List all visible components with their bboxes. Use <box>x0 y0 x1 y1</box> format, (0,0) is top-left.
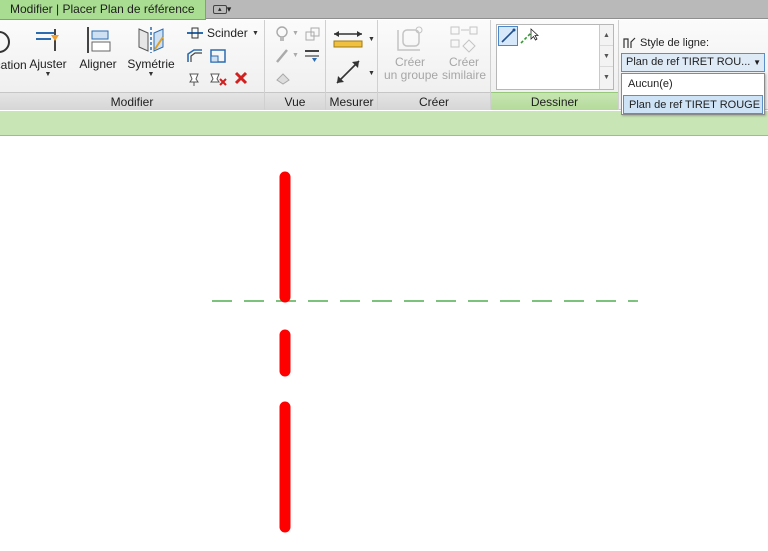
chevron-down-icon[interactable]: ▼ <box>252 30 259 37</box>
chevron-down-icon[interactable]: ▼ <box>368 36 375 43</box>
chevron-down-icon[interactable]: ▼ <box>126 71 176 79</box>
scroll-up-icon[interactable]: ▲ <box>600 25 613 46</box>
scale-icon[interactable] <box>209 48 227 64</box>
mirror-label: Symétrie <box>127 57 175 71</box>
panel-view: ▼ ▼ Vue <box>265 20 326 110</box>
chevron-down-icon: ▼ <box>753 58 761 67</box>
line-style-option-red-dashed[interactable]: Plan de ref TIRET ROUGE <box>623 95 763 114</box>
drawing-canvas[interactable] <box>0 137 768 551</box>
mirror-icon <box>138 27 164 53</box>
cut-button[interactable]: ication <box>0 28 27 72</box>
drawing-area <box>212 171 638 533</box>
tab-modify-place-reference-plane[interactable]: Modifier | Placer Plan de référence <box>0 0 206 20</box>
panel-measure: ▼ ▼ Mesurer <box>326 20 378 110</box>
trim-button[interactable]: Ajuster ▼ <box>28 25 68 79</box>
override-icon[interactable] <box>303 48 321 64</box>
align-icon <box>87 27 111 53</box>
ribbon-tab-strip: Modifier | Placer Plan de référence ▴ ▾ <box>0 0 768 20</box>
panel-title-draw[interactable]: Dessiner <box>491 92 618 110</box>
panel-toggle-icon: ▴ <box>212 5 227 15</box>
pick-lines-icon[interactable] <box>519 26 539 46</box>
offset-icon[interactable] <box>186 48 204 64</box>
cut-label: ication <box>0 58 27 72</box>
panel-create: Créer un groupe Créer similaire Créer <box>378 20 491 110</box>
unpin-icon[interactable] <box>209 70 227 86</box>
line-style-label-text: Style de ligne: <box>640 37 710 49</box>
cut-icon <box>0 31 10 53</box>
line-style-selected-value: Plan de ref TIRET ROU... <box>626 56 751 68</box>
panel-title-create[interactable]: Créer <box>378 92 490 110</box>
line-style-icon <box>623 37 636 48</box>
create-group-button[interactable]: Créer un groupe <box>384 24 439 82</box>
measure-between-icon[interactable] <box>334 58 362 86</box>
line-style-options-list: Aucun(e) Plan de ref TIRET ROUGE <box>621 73 765 115</box>
chevron-down-icon[interactable]: ▼ <box>292 52 299 59</box>
split-label: Scinder <box>207 26 248 40</box>
split-icon[interactable] <box>186 26 204 40</box>
pin-icon[interactable] <box>186 70 204 86</box>
mirror-button[interactable]: Symétrie ▼ <box>126 25 176 79</box>
create-similar-icon <box>450 26 478 53</box>
lightbulb-icon[interactable] <box>275 26 289 42</box>
chevron-down-icon[interactable]: ▼ <box>28 71 68 79</box>
create-group-icon <box>397 26 423 51</box>
ribbon-minimize-toggle[interactable]: ▴ ▾ <box>208 3 236 16</box>
trim-icon <box>36 29 59 51</box>
line-icon[interactable] <box>498 26 518 46</box>
trim-label: Ajuster <box>29 57 67 71</box>
align-button[interactable]: Aligner <box>76 25 120 71</box>
chevron-down-icon[interactable]: ▼ <box>368 70 375 77</box>
gallery-expand-icon[interactable]: ▼ <box>600 67 613 88</box>
line-style-dropdown[interactable]: Plan de ref TIRET ROU... ▼ <box>621 53 765 72</box>
chevron-down-icon: ▾ <box>226 4 232 14</box>
panel-title-measure[interactable]: Mesurer <box>326 92 377 110</box>
line-style-option-none[interactable]: Aucun(e) <box>623 75 763 94</box>
draw-tools-gallery[interactable]: ▲ ▼ ▼ <box>496 24 614 90</box>
scroll-down-icon[interactable]: ▼ <box>600 46 613 67</box>
split-button[interactable]: Scinder <box>207 26 248 40</box>
linework-icon[interactable] <box>275 70 291 86</box>
panel-title-modify[interactable]: Modifier <box>0 92 264 110</box>
gallery-scrollbar[interactable]: ▲ ▼ ▼ <box>599 25 613 89</box>
panel-modify: ication Ajuster ▼ Aligner <box>0 20 265 110</box>
create-similar-label: Créer similaire <box>441 55 486 82</box>
create-group-label: Créer un groupe <box>384 55 439 82</box>
aligned-dimension-icon[interactable] <box>332 28 364 50</box>
brush-icon[interactable] <box>275 48 289 64</box>
line-style-label: Style de ligne: <box>640 37 709 49</box>
chevron-down-icon[interactable]: ▼ <box>292 30 299 37</box>
panel-title-view[interactable]: Vue <box>265 92 325 110</box>
align-label: Aligner <box>79 57 117 71</box>
delete-icon[interactable] <box>234 71 248 85</box>
create-similar-button[interactable]: Créer similaire <box>440 24 488 82</box>
paint-icon[interactable] <box>303 26 321 42</box>
